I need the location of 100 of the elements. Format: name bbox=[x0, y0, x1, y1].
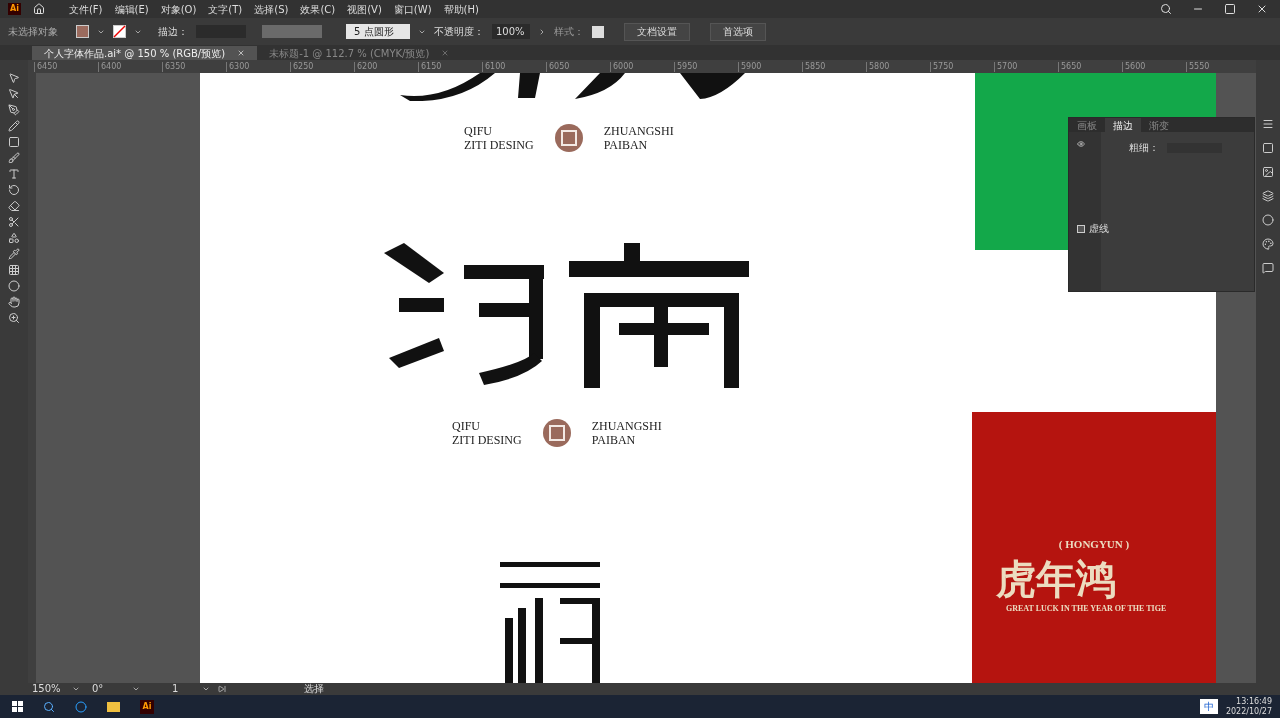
rotate-tool-icon[interactable] bbox=[8, 184, 20, 196]
comment-icon[interactable] bbox=[1262, 262, 1274, 274]
zoom-tool-icon[interactable] bbox=[8, 312, 20, 324]
menu-icon[interactable] bbox=[1262, 118, 1274, 130]
shape-tool-icon[interactable] bbox=[8, 232, 20, 244]
clock-time: 13:16:49 bbox=[1236, 696, 1272, 707]
image-icon[interactable] bbox=[1262, 166, 1274, 178]
logo-caption: ZHUANGSHI bbox=[603, 124, 674, 138]
ime-indicator[interactable]: 中 bbox=[1199, 699, 1218, 714]
style-label: 样式： bbox=[554, 25, 584, 39]
poster-tag: ( HONGYUN ) bbox=[1058, 536, 1130, 553]
logo-caption: PAIBAN bbox=[603, 138, 649, 152]
logo-caption: QIFU bbox=[464, 124, 493, 138]
ruler-label: 5650 bbox=[1058, 61, 1122, 72]
type-tool-icon[interactable] bbox=[8, 168, 20, 180]
next-artboard-icon[interactable] bbox=[218, 685, 226, 693]
clock-date: 2022/10/27 bbox=[1225, 706, 1272, 717]
pen-tool-icon[interactable] bbox=[8, 104, 20, 116]
circle-tool-icon[interactable] bbox=[8, 280, 20, 292]
app-logo[interactable]: Ai bbox=[8, 3, 21, 15]
direct-select-tool-icon[interactable] bbox=[8, 88, 20, 100]
circle-icon[interactable] bbox=[1262, 214, 1274, 226]
dashed-checkbox[interactable] bbox=[1077, 224, 1085, 233]
close-tab-icon[interactable] bbox=[237, 49, 246, 57]
poster-headline: 虎年鸿 bbox=[996, 554, 1116, 603]
maximize-icon[interactable] bbox=[1224, 3, 1236, 15]
fill-swatch[interactable] bbox=[76, 25, 89, 38]
palette-icon[interactable] bbox=[1262, 238, 1274, 250]
ruler-label: 5550 bbox=[1186, 61, 1250, 72]
menu-item[interactable]: 对象(O) bbox=[160, 1, 197, 17]
hand-tool-icon[interactable] bbox=[8, 296, 20, 308]
layers-icon[interactable] bbox=[1262, 190, 1274, 202]
ruler-label: 5950 bbox=[674, 61, 738, 72]
caret-icon[interactable] bbox=[132, 685, 140, 693]
ruler-label: 6150 bbox=[418, 61, 482, 72]
logo-caption: ZITI DESING bbox=[464, 138, 534, 152]
poster-tagline: GREAT LUCK IN THE YEAR OF THE TIGE bbox=[1006, 602, 1167, 615]
seal-icon bbox=[553, 123, 584, 153]
eye-icon[interactable] bbox=[1077, 140, 1085, 148]
ruler-label: 6250 bbox=[290, 61, 354, 72]
eraser-tool-icon[interactable] bbox=[8, 200, 20, 212]
caret-icon[interactable] bbox=[202, 685, 210, 693]
chevron-icon[interactable] bbox=[538, 27, 546, 36]
home-icon[interactable] bbox=[32, 3, 45, 15]
ruler-label: 6050 bbox=[546, 61, 610, 72]
menu-item[interactable]: 视图(V) bbox=[347, 1, 382, 17]
ruler-label: 5900 bbox=[738, 61, 802, 72]
document-tab[interactable]: 个人字体作品.ai* @ 150 % (RGB/预览) bbox=[32, 46, 258, 60]
menu-item[interactable]: 文字(T) bbox=[208, 1, 243, 17]
toolbar-button[interactable]: 首选项 bbox=[710, 22, 766, 41]
scissors-tool-icon[interactable] bbox=[8, 216, 20, 228]
rotation-field[interactable]: 0° bbox=[92, 683, 124, 695]
folder-icon[interactable] bbox=[107, 701, 120, 712]
weight-label: 粗细： bbox=[1129, 141, 1159, 155]
windows-icon[interactable] bbox=[12, 701, 23, 712]
rectangle-tool-icon[interactable] bbox=[8, 136, 20, 148]
document-tab[interactable]: 未标题-1 @ 112.7 % (CMYK/预览) bbox=[257, 46, 462, 60]
style-swatch[interactable] bbox=[592, 25, 604, 38]
menu-item[interactable]: 窗口(W) bbox=[393, 1, 432, 17]
dashed-label: 虚线 bbox=[1089, 222, 1109, 236]
menu-item[interactable]: 帮助(H) bbox=[443, 1, 479, 17]
opacity-field[interactable]: 100% bbox=[492, 24, 530, 39]
browser-icon[interactable] bbox=[75, 700, 87, 713]
pencil-tool-icon[interactable] bbox=[8, 120, 20, 132]
menu-item[interactable]: 编辑(E) bbox=[114, 1, 149, 17]
eyedropper-tool-icon[interactable] bbox=[8, 248, 20, 260]
toolbar-button[interactable]: 文档设置 bbox=[624, 22, 690, 41]
panel-tab[interactable]: 画板 bbox=[1069, 118, 1105, 132]
ruler-label: 5850 bbox=[802, 61, 866, 72]
selection-tool-icon[interactable] bbox=[8, 72, 20, 84]
menu-item[interactable]: 文件(F) bbox=[68, 1, 103, 17]
brush-field[interactable]: 5 点圆形 bbox=[346, 24, 410, 39]
illustrator-taskbar-icon[interactable]: Ai bbox=[140, 699, 154, 714]
logo-caption: QIFU bbox=[452, 419, 481, 433]
ruler-label: 6350 bbox=[162, 61, 226, 72]
ruler-label: 6450 bbox=[34, 61, 98, 72]
menu-item[interactable]: 选择(S) bbox=[254, 1, 289, 17]
no-stroke-swatch[interactable] bbox=[113, 25, 126, 38]
search-icon[interactable] bbox=[1160, 3, 1172, 15]
zoom-field[interactable]: 150% bbox=[32, 683, 64, 695]
current-tool: 选择 bbox=[304, 683, 324, 695]
brush-tool-icon[interactable] bbox=[8, 152, 20, 164]
ruler-label: 5750 bbox=[930, 61, 994, 72]
ruler-label: 6300 bbox=[226, 61, 290, 72]
panel-tab[interactable]: 渐变 bbox=[1141, 118, 1177, 132]
logo-caption: ZHUANGSHI bbox=[591, 419, 662, 433]
caret-icon[interactable] bbox=[72, 685, 80, 693]
ruler-label: 5700 bbox=[994, 61, 1058, 72]
ruler-label: 6200 bbox=[354, 61, 418, 72]
stroke-profile-field[interactable] bbox=[262, 25, 322, 38]
grid-tool-icon[interactable] bbox=[8, 264, 20, 276]
opacity-label: 不透明度： bbox=[434, 25, 484, 39]
logo-caption: ZITI DESING bbox=[452, 433, 522, 447]
close-tab-icon[interactable] bbox=[441, 49, 450, 57]
gradient-icon[interactable] bbox=[1262, 142, 1274, 154]
panel-tab[interactable]: 描边 bbox=[1105, 118, 1141, 132]
search-icon[interactable] bbox=[43, 700, 55, 713]
close-icon[interactable] bbox=[1256, 3, 1268, 15]
artboard-field[interactable]: 1 bbox=[172, 683, 194, 695]
menu-item[interactable]: 效果(C) bbox=[300, 1, 336, 17]
